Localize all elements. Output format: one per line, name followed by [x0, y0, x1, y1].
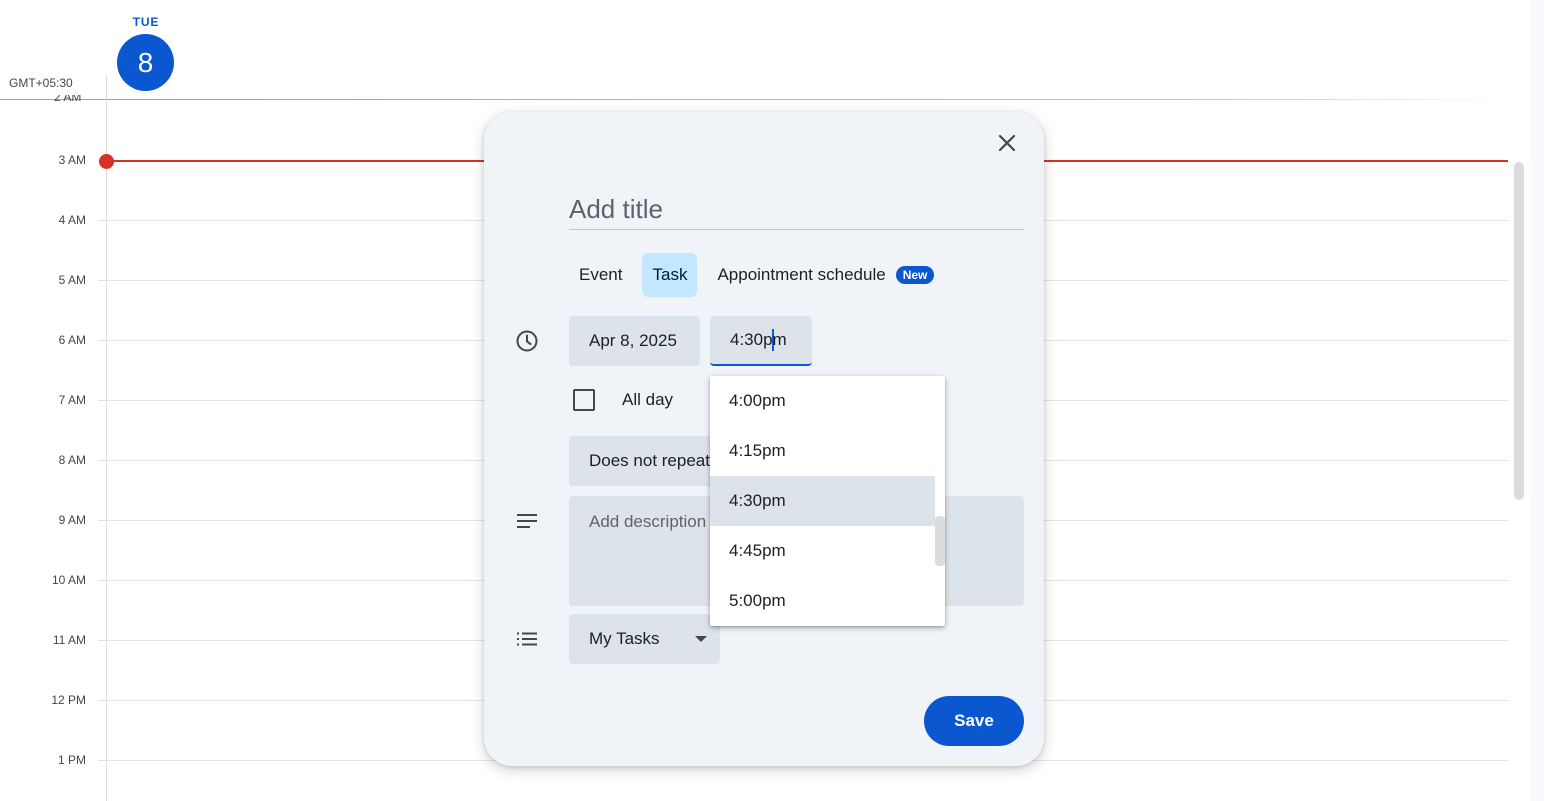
tab-label: Task	[652, 265, 688, 284]
hour-label: 12 PM	[51, 693, 86, 707]
time-option[interactable]: 4:15pm	[710, 426, 935, 476]
right-gutter	[1530, 0, 1544, 801]
title-input[interactable]	[569, 190, 1024, 230]
hour-label: 3 AM	[58, 153, 86, 167]
hour-label: 11 AM	[52, 633, 86, 647]
calendar-scrollbar[interactable]	[1514, 162, 1524, 500]
tab-label: Appointment schedule	[717, 265, 886, 284]
new-badge: New	[895, 266, 935, 284]
timezone-label: GMT+05:30	[9, 76, 73, 90]
time-value-before-caret: 4:30p	[730, 330, 773, 349]
day-name: TUE	[132, 15, 160, 29]
time-value-after-caret: m	[772, 330, 787, 349]
time-options-dropdown: 4:00pm 4:15pm 4:30pm 4:45pm 5:00pm	[710, 376, 945, 626]
hour-label: 5 AM	[58, 273, 86, 287]
type-tabs: Event Task Appointment schedule New	[569, 252, 944, 298]
clock-icon	[514, 328, 540, 354]
header-divider	[0, 99, 1508, 100]
time-input[interactable]: 4:30p m	[710, 316, 812, 366]
task-list-icon	[514, 626, 540, 652]
hour-label: 6 AM	[58, 333, 86, 347]
time-option[interactable]: 4:00pm	[710, 376, 935, 426]
dropdown-arrow-icon	[695, 636, 707, 642]
repeat-dropdown[interactable]: Does not repeat	[569, 436, 719, 486]
hour-label-clipped: 2 AM	[54, 95, 82, 104]
hour-label: 10 AM	[51, 573, 86, 587]
hour-label: 9 AM	[58, 513, 86, 527]
tab-label: Event	[579, 265, 623, 284]
hour-label: 7 AM	[58, 393, 86, 407]
time-option[interactable]: 5:00pm	[710, 576, 935, 626]
time-option-selected[interactable]: 4:30pm	[710, 476, 935, 526]
tab-appointment-schedule[interactable]: Appointment schedule New	[707, 253, 944, 297]
close-icon	[998, 134, 1016, 152]
tab-event[interactable]: Event	[569, 253, 632, 297]
task-list-label: My Tasks	[589, 629, 660, 648]
save-button[interactable]: Save	[924, 696, 1024, 746]
task-list-dropdown[interactable]: My Tasks	[569, 614, 720, 664]
dropdown-scrollbar[interactable]	[935, 516, 945, 566]
time-option[interactable]: 4:45pm	[710, 526, 935, 576]
current-time-dot	[99, 154, 114, 169]
hour-label: 4 AM	[58, 213, 86, 227]
hour-label: 8 AM	[58, 453, 86, 467]
tab-task[interactable]: Task	[642, 253, 698, 297]
all-day-label: All day	[622, 390, 674, 409]
all-day-toggle[interactable]: All day	[573, 389, 673, 411]
date-picker-button[interactable]: Apr 8, 2025	[569, 316, 700, 366]
time-column-divider	[106, 75, 107, 801]
description-placeholder: Add description	[589, 512, 707, 531]
all-day-checkbox[interactable]	[573, 389, 595, 411]
description-icon	[514, 508, 540, 534]
hour-label: 1 PM	[57, 753, 86, 767]
day-number-button[interactable]: 8	[117, 34, 174, 91]
close-button[interactable]	[992, 128, 1022, 158]
